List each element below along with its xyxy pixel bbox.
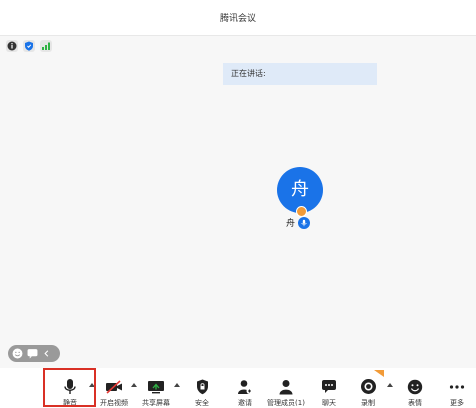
floating-chat-controls[interactable] [8,345,60,362]
chat-bubble-icon[interactable] [27,348,38,359]
record-options-caret-icon[interactable] [387,383,393,387]
manage-members-button[interactable]: 管理成员(1) [266,368,306,408]
more-label: 更多 [450,399,464,407]
window-title: 腾讯会议 [219,14,256,24]
collapse-chevron-icon[interactable] [42,349,51,358]
emoji-icon[interactable] [12,348,23,359]
manage-members-label: 管理成员(1) [267,399,305,407]
reaction-button[interactable]: 表情 [404,368,426,408]
security-label: 安全 [195,399,209,407]
chat-icon [322,380,336,393]
signal-icon[interactable] [40,40,52,52]
mute-highlight-box [43,368,96,407]
security-button[interactable]: 安全 [191,368,213,408]
security-shield-icon [196,379,208,394]
reaction-label: 表情 [408,399,422,407]
chat-label: 聊天 [322,399,336,407]
start-video-button[interactable]: 开启视频 [98,368,130,408]
share-screen-button[interactable]: 共享屏幕 [142,368,170,408]
mic-active-icon [298,216,311,229]
record-badge-icon [373,370,384,377]
record-label: 录制 [361,399,375,407]
video-options-caret-icon[interactable] [131,383,137,387]
invite-button[interactable]: 邀请 [234,368,256,408]
share-screen-icon [148,380,164,393]
speaking-label: 正在讲话: [231,69,266,78]
shield-icon[interactable] [23,40,35,52]
more-dots-icon [449,384,465,389]
record-icon [360,379,376,394]
invite-label: 邀请 [238,399,252,407]
share-options-caret-icon[interactable] [174,383,180,387]
smile-icon [407,379,423,394]
speaking-indicator: 正在讲话: [223,63,377,85]
start-video-label: 开启视频 [100,399,128,407]
record-button[interactable]: 录制 [356,368,384,408]
chat-button[interactable]: 聊天 [318,368,340,408]
status-icons [6,40,52,52]
info-icon[interactable] [6,40,18,52]
members-icon [279,379,293,394]
video-off-icon [106,379,122,394]
participant-name: 舟 [286,219,296,229]
participant-name-row: 舟 [286,216,311,229]
title-bar: 腾讯会议 [0,0,476,36]
share-screen-label: 共享屏幕 [142,399,170,407]
invite-user-icon [238,379,253,394]
avatar-char: 舟 [291,179,309,200]
more-button[interactable]: 更多 [446,368,468,408]
